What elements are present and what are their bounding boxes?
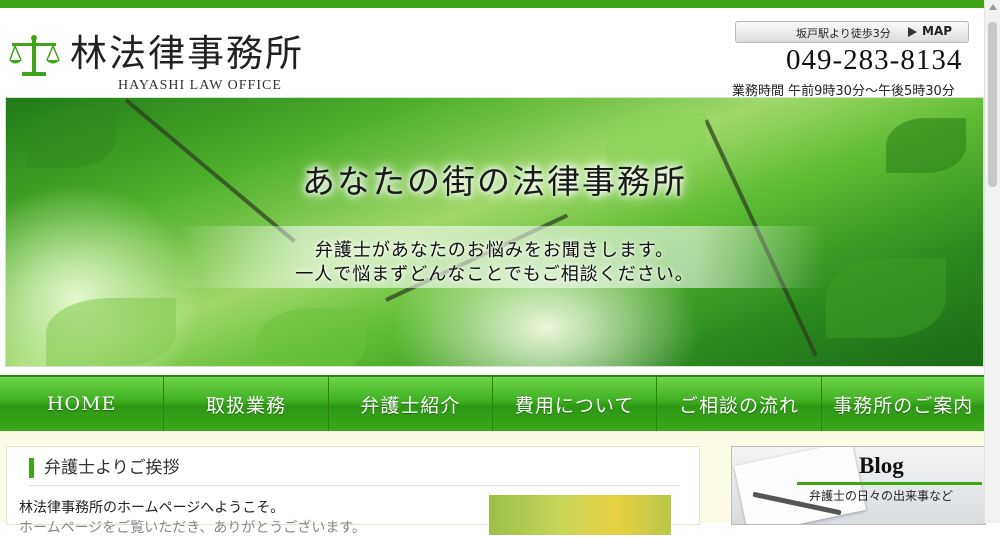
phone-number[interactable]: 049-283-8134 [786, 44, 962, 77]
map-label: MAP [922, 24, 953, 38]
greeting-text-continued: ホームページをご覧いただき、ありがとうございます。 [19, 520, 366, 536]
nav-home[interactable]: HOME [0, 377, 165, 431]
vertical-scrollbar[interactable] [984, 0, 1000, 523]
site-title[interactable]: 林法律事務所 [70, 34, 304, 74]
hero-message-line-1: 弁護士があなたのお悩みをお聞きします。 [314, 240, 675, 261]
hero-banner: あなたの街の法律事務所 弁護士があなたのお悩みをお聞きします。 一人で悩まずどん… [5, 97, 984, 367]
section-title: 弁護士よりご挨拶 [29, 458, 180, 478]
scrollbar-thumb[interactable] [988, 22, 997, 187]
scales-of-justice-icon [9, 35, 60, 76]
hero-title: あなたの街の法律事務所 [302, 162, 687, 201]
greeting-section: 弁護士よりご挨拶 林法律事務所のホームページへようこそ。 ホームページをご覧いた… [6, 446, 700, 536]
hero-message-line-2: 一人で悩まずどんなことでもご相談ください。 [295, 264, 694, 285]
nav-practice-areas[interactable]: 取扱業務 [164, 377, 329, 431]
blog-subtitle: 弁護士の日々の出来事など [809, 489, 954, 503]
leaf-decoration [256, 308, 366, 366]
blog-divider [797, 482, 982, 485]
site-header: 林法律事務所 HAYASHI LAW OFFICE 坂戸駅より徒歩3分 MAP … [0, 8, 985, 99]
nav-consultation-flow[interactable]: ご相談の流れ [657, 377, 822, 431]
blog-banner[interactable]: Blog 弁護士の日々の出来事など [731, 446, 986, 525]
blog-title: Blog [859, 453, 904, 478]
flower-photo [489, 495, 671, 535]
site-subtitle: HAYASHI LAW OFFICE [118, 78, 282, 93]
nav-office-guide[interactable]: 事務所のご案内 [821, 377, 985, 431]
nav-lawyer-profile[interactable]: 弁護士紹介 [328, 377, 493, 431]
nav-fees[interactable]: 費用について [492, 377, 658, 431]
section-divider [29, 485, 679, 486]
map-button[interactable]: 坂戸駅より徒歩3分 MAP [735, 21, 969, 43]
leaf-decoration [46, 298, 176, 366]
main-nav: HOME 取扱業務 弁護士紹介 費用について ご相談の流れ 事務所のご案内 [0, 375, 985, 433]
play-arrow-icon [908, 27, 917, 37]
top-accent-bar [0, 0, 985, 8]
access-text: 坂戸駅より徒歩3分 [796, 27, 891, 40]
scroll-up-arrow-icon[interactable] [989, 4, 997, 10]
notebook-image [734, 447, 866, 524]
greeting-text: 林法律事務所のホームページへようこそ。 [19, 500, 285, 516]
